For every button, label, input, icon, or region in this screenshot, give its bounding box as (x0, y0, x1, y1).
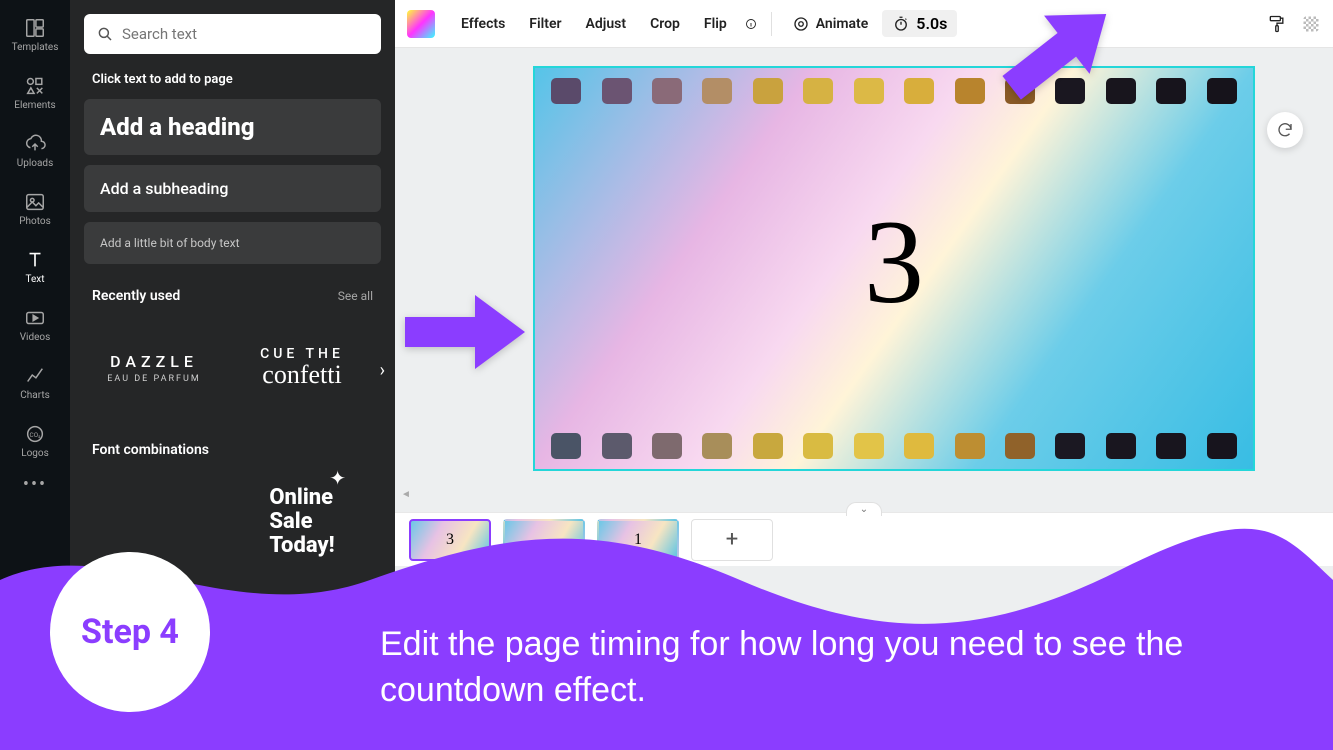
rail-templates[interactable]: Templates (0, 6, 70, 64)
rail-label: Logos (21, 448, 49, 459)
add-body-button[interactable]: Add a little bit of body text (84, 222, 381, 264)
rail-label: Videos (20, 332, 51, 343)
scroll-handle[interactable]: ◄ (401, 489, 411, 500)
countdown-number: 3 (864, 193, 924, 331)
font-combinations-title: Font combinations (92, 442, 209, 458)
rail-elements[interactable]: Elements (0, 64, 70, 122)
font-combo-thumb[interactable]: ✦ Online Sale Today! (232, 472, 372, 572)
paint-roller-icon[interactable] (1267, 14, 1287, 34)
page-thumb[interactable]: 3 (409, 519, 491, 561)
rail-text[interactable]: Text (0, 238, 70, 296)
rail-label: Uploads (17, 158, 53, 169)
add-page-button[interactable]: + (691, 519, 773, 561)
color-picker[interactable] (407, 10, 435, 38)
search-icon (96, 25, 114, 43)
page-thumb[interactable]: 1 (597, 519, 679, 561)
tutorial-arrow-top (980, 0, 1130, 118)
rail-label: Text (25, 274, 44, 285)
search-box[interactable] (84, 14, 381, 54)
rail-photos[interactable]: Photos (0, 180, 70, 238)
flip-button[interactable]: Flip (694, 10, 737, 38)
film-sprockets-top (535, 78, 1253, 104)
rail-label: Templates (12, 42, 59, 53)
rail-charts[interactable]: Charts (0, 354, 70, 412)
animate-button[interactable]: Animate (782, 9, 879, 39)
rail-label: Photos (19, 216, 51, 227)
tutorial-arrow-left (400, 282, 530, 386)
page-thumb[interactable] (503, 519, 585, 561)
font-combo-thumb[interactable] (84, 472, 224, 572)
search-input[interactable] (122, 25, 369, 43)
transparency-icon[interactable] (1301, 14, 1321, 34)
top-toolbar: Effects Filter Adjust Crop Flip Animate … (395, 0, 1333, 48)
adjust-button[interactable]: Adjust (576, 10, 637, 38)
sparkle-icon: ✦ (329, 466, 346, 490)
rail-more[interactable]: ••• (23, 474, 47, 495)
recent-thumbs: DAZZLE EAU DE PARFUM CUE THE confetti › (84, 318, 381, 418)
recent-thumb[interactable]: DAZZLE EAU DE PARFUM (84, 318, 224, 418)
add-heading-button[interactable]: Add a heading (84, 99, 381, 155)
font-combo-thumbs: ✦ Online Sale Today! (84, 472, 381, 572)
crop-button[interactable]: Crop (640, 10, 690, 38)
see-all-link[interactable]: See all (338, 289, 373, 303)
panel-hint: Click text to add to page (92, 72, 381, 87)
rail-videos[interactable]: Videos (0, 296, 70, 354)
stopwatch-icon (892, 15, 910, 33)
canvas-area: ◄ 3 (395, 48, 1333, 750)
recent-thumb[interactable]: CUE THE confetti (232, 318, 372, 418)
filter-button[interactable]: Filter (519, 10, 571, 38)
canvas-frame[interactable]: 3 (533, 66, 1255, 471)
rail-uploads[interactable]: Uploads (0, 122, 70, 180)
effects-button[interactable]: Effects (451, 10, 515, 38)
rail-label: Elements (14, 100, 55, 111)
rail-logos[interactable]: CO₂ Logos (0, 412, 70, 470)
pages-toggle[interactable]: ⌄ (846, 502, 882, 516)
recently-used-title: Recently used (92, 288, 180, 304)
left-rail: Templates Elements Uploads Photos Text V… (0, 0, 70, 750)
refresh-icon (1276, 121, 1294, 139)
timing-button[interactable]: 5.0s Edit timing (882, 10, 957, 37)
chevron-right-icon[interactable]: › (380, 360, 385, 381)
separator (771, 12, 772, 36)
animate-icon (792, 15, 810, 33)
info-icon[interactable] (741, 14, 761, 34)
refresh-button[interactable] (1267, 112, 1303, 148)
page-strip: ⌄ 3 1 + (395, 512, 1333, 566)
font-combo-text: Online Sale Today! (269, 486, 334, 559)
rail-label: Charts (20, 390, 50, 401)
add-subheading-button[interactable]: Add a subheading (84, 165, 381, 212)
film-sprockets-bottom (535, 433, 1253, 459)
text-panel: Click text to add to page Add a heading … (70, 0, 395, 750)
svg-text:CO₂: CO₂ (30, 431, 42, 439)
